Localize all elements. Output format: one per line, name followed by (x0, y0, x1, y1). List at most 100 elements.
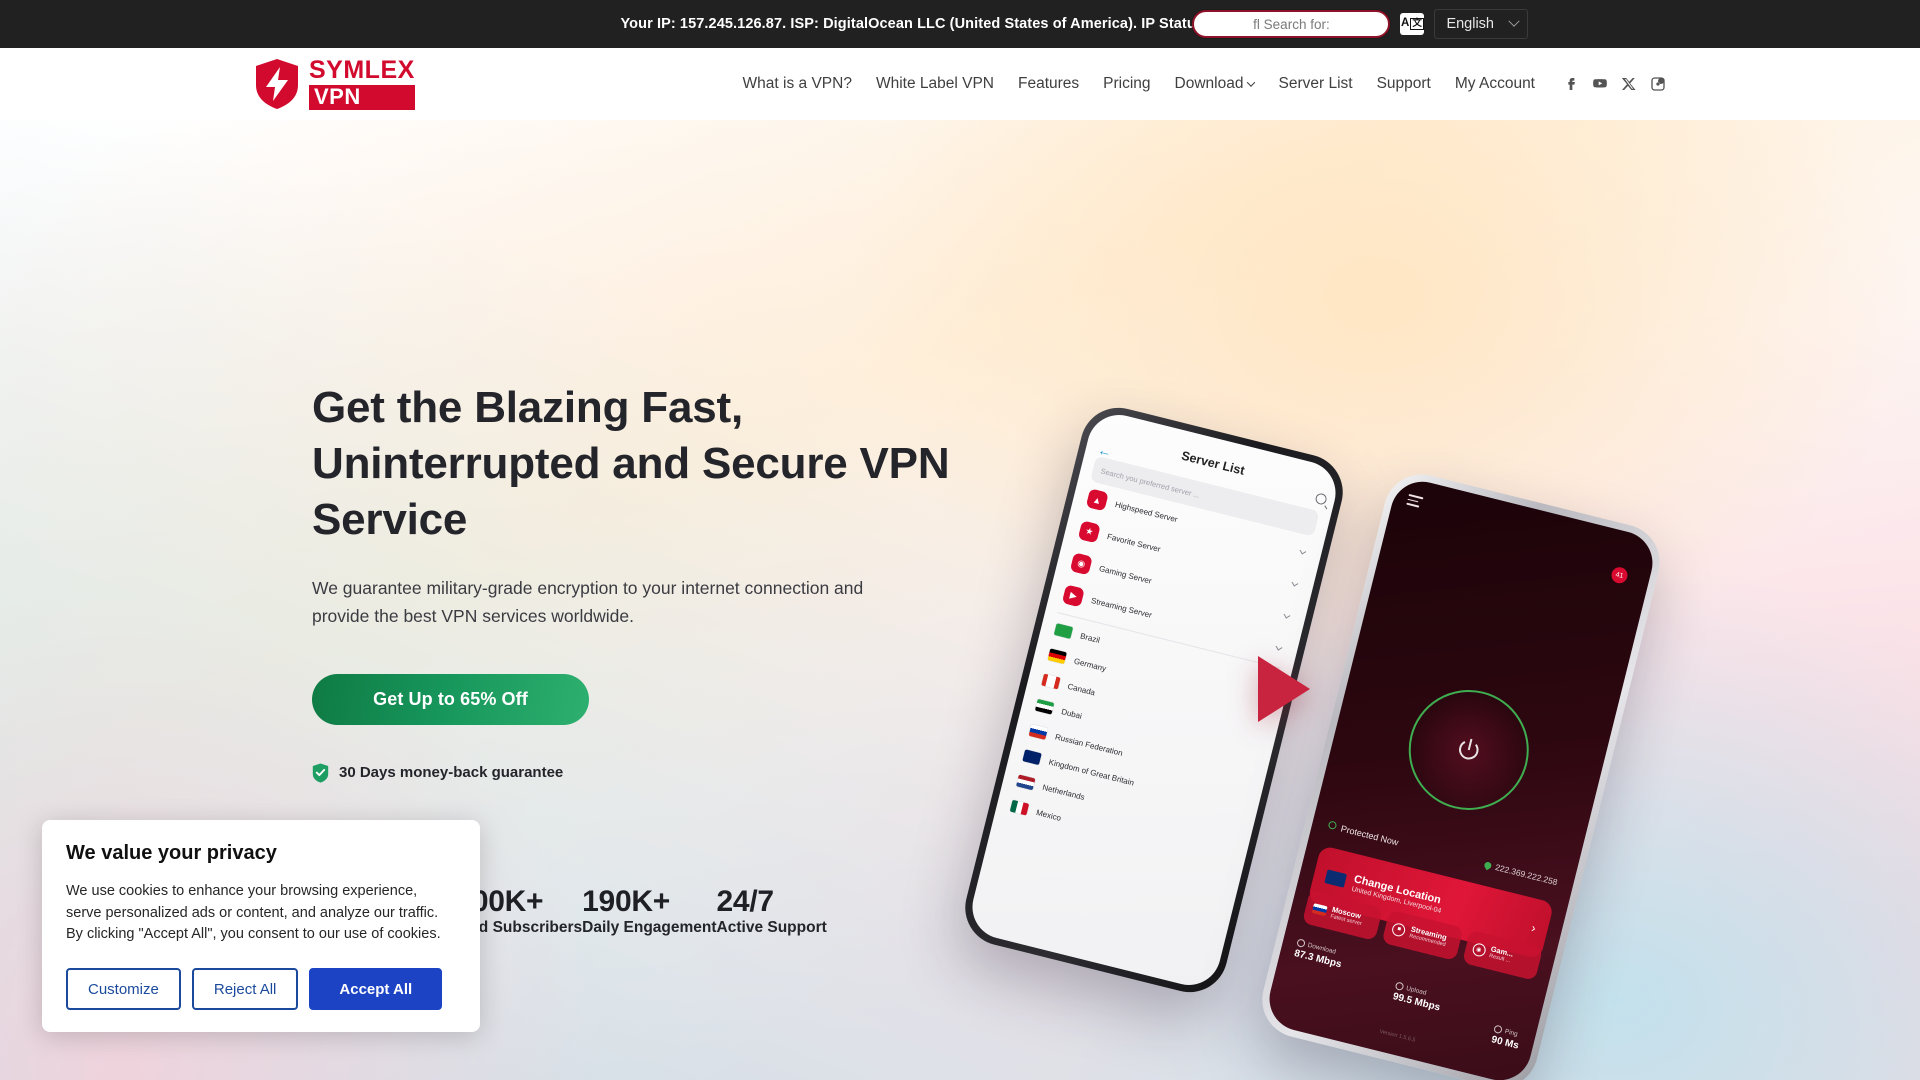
stat-item: 190K+ Daily Engagement (582, 885, 716, 937)
nav-item-my-account[interactable]: My Account (1443, 75, 1547, 93)
play-icon: ▶ (1061, 584, 1085, 608)
country-label: Dubai (1060, 706, 1083, 721)
streaming-icon: ■ (1391, 921, 1407, 938)
category-label: Gaming Server (1098, 563, 1153, 586)
nav-label: Support (1376, 75, 1431, 92)
search-input[interactable] (1206, 16, 1377, 32)
metric-download: Download 87.3 Mbps (1284, 938, 1345, 1005)
customize-button[interactable]: Customize (66, 968, 181, 1010)
language-selector[interactable]: English (1434, 9, 1528, 39)
notification-badge[interactable]: 41 (1609, 565, 1630, 585)
metric-ping: Ping 90 Ms (1490, 1025, 1522, 1052)
chevron-down-icon (1299, 547, 1307, 555)
site-header: SYMLEX VPN What is a VPN? White Label VP… (0, 48, 1920, 120)
chevron-right-icon: › (1529, 920, 1538, 936)
gamepad-icon: ◉ (1471, 941, 1487, 958)
play-video-button[interactable] (1258, 656, 1310, 722)
flag-russia-icon (1311, 903, 1328, 917)
nav-item-server-list[interactable]: Server List (1266, 75, 1364, 93)
stat-label: Active Support (716, 918, 827, 936)
stat-value: 190K+ (582, 885, 670, 918)
cookie-body: We use cookies to enhance your browsing … (66, 882, 441, 943)
country-label: Canada (1066, 681, 1097, 697)
nav-label: Features (1017, 75, 1080, 92)
logo[interactable]: SYMLEX VPN (254, 58, 415, 110)
nav-item-support[interactable]: Support (1365, 75, 1443, 93)
country-label: Netherlands (1041, 782, 1086, 802)
hero-section: Get the Blazing Fast, Uninterrupted and … (0, 120, 1920, 1080)
category-label: Highspeed Server (1114, 499, 1179, 525)
star-icon: ★ (1077, 520, 1101, 544)
phone-mockups: ← Server List Search you preferred serve… (957, 399, 1668, 1080)
chevron-down-icon (1247, 78, 1256, 87)
flag-canada-icon (1041, 673, 1061, 690)
nav-item-pricing[interactable]: Pricing (1091, 75, 1162, 93)
hamburger-menu-icon[interactable] (1406, 493, 1424, 508)
instagram-icon[interactable] (1650, 76, 1666, 92)
nav-label: Download (1174, 75, 1244, 92)
nav-label: White Label VPN (875, 75, 994, 92)
nav-label: My Account (1454, 75, 1535, 92)
nav-label: What is a VPN? (742, 75, 852, 92)
status-text: Protected Now (1339, 823, 1400, 848)
reject-all-button[interactable]: Reject All (191, 968, 299, 1010)
translate-icon-glyph: 文 (1410, 18, 1424, 30)
stat-label: Daily Engagement (582, 918, 717, 936)
chevron-down-icon (1291, 579, 1299, 587)
status-dot-icon (1327, 820, 1338, 831)
stat-item: 24/7 Active Support (717, 885, 827, 937)
x-twitter-icon[interactable] (1621, 76, 1637, 92)
youtube-icon[interactable] (1592, 76, 1608, 92)
flag-dubai-icon (1034, 698, 1055, 715)
language-label: English (1446, 16, 1494, 32)
main-navigation: What is a VPN? White Label VPN Features … (731, 75, 1666, 93)
money-back-guarantee: 30 Days money-back guarantee (312, 763, 992, 783)
accept-all-button[interactable]: Accept All (309, 968, 443, 1010)
chevron-down-icon (1508, 15, 1520, 27)
search-icon (1314, 492, 1328, 506)
stat-value: 24/7 (716, 885, 775, 918)
flag-mexico-icon (1009, 799, 1030, 816)
country-label: Mexico (1035, 807, 1063, 823)
top-utility-bar: Your IP: 157.245.126.87. ISP: DigitalOce… (0, 0, 1920, 48)
category-label: Favorite Server (1106, 531, 1162, 554)
nav-label: Server List (1278, 75, 1353, 92)
flag-uk-icon (1324, 869, 1348, 888)
guarantee-label: 30 Days money-back guarantee (339, 764, 564, 782)
rocket-icon: ▲ (1085, 488, 1109, 512)
connection-status: Protected Now (1327, 820, 1400, 848)
logo-sub: VPN (309, 85, 415, 110)
chevron-down-icon (1275, 643, 1283, 651)
cookie-title: We value your privacy (66, 841, 277, 864)
flag-brazil-icon (1053, 623, 1074, 639)
cookie-actions: Customize Reject All Accept All (66, 968, 456, 1010)
metric-upload: Upload 99.5 Mbps (1387, 981, 1443, 1031)
nav-label: Pricing (1103, 75, 1151, 92)
hero-content: Get the Blazing Fast, Uninterrupted and … (312, 380, 992, 783)
power-toggle-button[interactable] (1396, 677, 1542, 823)
hero-subtitle: We guarantee military-grade encryption t… (312, 577, 864, 626)
top-bar-controls: A 文 English (1192, 0, 1528, 48)
country-label: Brazil (1079, 630, 1101, 645)
page-title: Get the Blazing Fast, Uninterrupted and … (312, 383, 950, 544)
nav-item-white-label-vpn[interactable]: White Label VPN (864, 75, 1006, 93)
category-label: Streaming Server (1090, 595, 1153, 620)
search-box[interactable] (1192, 10, 1391, 38)
country-label: Germany (1073, 656, 1108, 673)
chevron-down-icon (1283, 611, 1291, 619)
ip-address-display: 222.369.222.258 (1483, 859, 1559, 888)
facebook-icon[interactable] (1563, 76, 1579, 92)
nav-item-features[interactable]: Features (1006, 75, 1091, 93)
nav-item-what-is-a-vpn[interactable]: What is a VPN? (731, 75, 864, 93)
nav-item-download[interactable]: Download (1163, 75, 1267, 93)
location-pin-icon (1483, 860, 1493, 870)
shield-bolt-icon (256, 59, 298, 109)
social-links (1563, 76, 1666, 92)
flag-germany-icon (1047, 648, 1067, 665)
flag-russia-icon (1028, 724, 1049, 740)
cookie-consent-banner: We value your privacy We use cookies to … (42, 819, 480, 1032)
get-offer-button[interactable]: Get Up to 65% Off (312, 673, 589, 725)
translate-icon[interactable]: A 文 (1400, 13, 1425, 35)
ip-value: 222.369.222.258 (1494, 862, 1559, 888)
flag-uk-icon (1022, 749, 1042, 766)
